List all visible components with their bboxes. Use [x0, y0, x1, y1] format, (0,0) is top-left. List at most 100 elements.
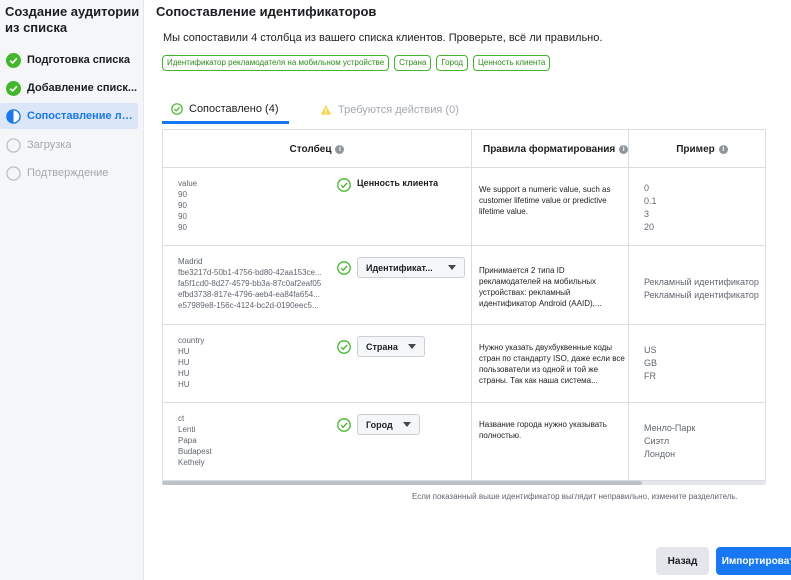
table-header: Столбец i Правила форматирования i Приме…	[163, 130, 765, 168]
example-value: Сиэтл	[644, 436, 670, 446]
step-prepare-list[interactable]: Подготовка списка	[0, 47, 138, 73]
sample-value: Papa	[178, 436, 197, 445]
info-icon[interactable]: i	[718, 144, 728, 154]
check-circle-icon	[6, 80, 21, 96]
example-values: US GB FR	[644, 344, 765, 383]
sample-value: 90	[178, 190, 187, 199]
empty-circle-icon	[6, 137, 21, 153]
warning-icon	[320, 105, 332, 115]
back-button[interactable]: Назад	[656, 547, 709, 575]
formatting-rule: We support a numeric value, such as cust…	[479, 185, 611, 216]
step-label: Сопоставление лич...	[27, 110, 138, 122]
sample-value: HU	[178, 347, 190, 356]
step-upload[interactable]: Загрузка	[0, 132, 138, 158]
dropdown-selected-value: Страна	[366, 341, 398, 352]
example-values: Менло-Парк Сиэтл Лондон	[644, 422, 765, 461]
chip-country: Страна	[394, 55, 432, 71]
example-value: Менло-Парк	[644, 423, 696, 433]
check-circle-outline-icon	[337, 418, 351, 432]
chevron-down-icon	[407, 344, 416, 349]
empty-circle-icon	[6, 165, 21, 181]
sample-value: Lenti	[178, 425, 196, 434]
chip-city: Город	[436, 55, 469, 71]
tab-matched[interactable]: Сопоставлено (4)	[162, 96, 289, 124]
sample-value: value	[178, 179, 198, 188]
formatting-rule: Название города нужно указывать полность…	[479, 420, 607, 440]
example-value: Лондон	[644, 449, 676, 459]
country-dropdown[interactable]: Страна	[357, 336, 425, 357]
sample-value: 90	[178, 212, 187, 221]
check-circle-outline-icon	[337, 340, 351, 354]
sample-value: fbe3217d-50b1-4756-bd80-42aa153ce...	[178, 268, 322, 277]
header-example-label: Пример	[676, 143, 715, 155]
sample-value: HU	[178, 369, 190, 378]
example-values: 0 0.1 3 20	[644, 182, 765, 234]
sample-value: fa5f1cd0-8d27-4579-bb3a-87c0af2eaf05	[178, 279, 322, 288]
step-map-identifiers[interactable]: Сопоставление лич...	[0, 103, 138, 129]
tab-actions-required[interactable]: Требуются действия (0)	[320, 96, 459, 124]
step-label: Подготовка списка	[27, 54, 131, 66]
sample-value: HU	[178, 358, 190, 367]
sample-values: Madrid fbe3217d-50b1-4756-bd80-42aa153ce…	[178, 256, 328, 311]
example-value: 0.1	[644, 196, 657, 206]
example-value: Рекламный идентификатор	[644, 277, 759, 287]
example-value: 3	[644, 209, 650, 219]
table-row: ct Lenti Papa Budapest Kethely Город Наз…	[163, 403, 765, 480]
step-label: Загрузка	[27, 139, 72, 151]
sample-value: ct	[178, 414, 185, 423]
sample-value: e57989e8-156c-4124-bc2d-0190eec5...	[178, 301, 319, 310]
sample-values: ct Lenti Papa Budapest Kethely	[178, 413, 328, 468]
matched-identifier-label: Ценность клиента	[357, 178, 439, 188]
page-title: Сопоставление идентификаторов	[156, 4, 377, 19]
example-value: 0	[644, 183, 650, 193]
scrollbar-thumb[interactable]	[162, 481, 642, 485]
sample-value: Madrid	[178, 257, 203, 266]
header-rules: Правила форматирования i	[483, 130, 631, 168]
half-circle-progress-icon	[6, 108, 21, 124]
info-icon[interactable]: i	[335, 144, 345, 154]
hint-text: Если показанный выше идентификатор выгля…	[412, 492, 650, 501]
step-confirm[interactable]: Подтверждение	[0, 160, 138, 186]
sidebar-title: Создание аудитории из списка	[5, 4, 140, 35]
table-row: Madrid fbe3217d-50b1-4756-bd80-42aa153ce…	[163, 246, 765, 325]
chevron-down-icon	[402, 422, 411, 427]
dropdown-selected-value: Идентификат...	[366, 262, 433, 273]
sample-value: 90	[178, 201, 187, 210]
header-column-label: Столбец	[289, 143, 332, 155]
header-example: Пример i	[637, 130, 765, 168]
change-delimiter-link[interactable]: измените разделитель.	[651, 492, 737, 501]
tab-matched-label: Сопоставлено (4)	[189, 102, 279, 115]
step-add-list[interactable]: Добавление списк...	[0, 75, 138, 101]
example-value: FR	[644, 371, 656, 381]
formatting-rule: Нужно указать двухбуквенные коды стран п…	[479, 343, 625, 385]
sample-value: Budapest	[178, 447, 212, 456]
tab-actions-label: Требуются действия (0)	[338, 104, 459, 116]
chip-customer-value: Ценность клиента	[473, 55, 551, 71]
check-circle-icon	[6, 52, 21, 68]
dropdown-selected-value: Город	[366, 419, 393, 430]
city-dropdown[interactable]: Город	[357, 414, 420, 435]
header-rules-label: Правила форматирования	[483, 143, 616, 155]
import-button[interactable]: Импортировать	[716, 547, 791, 575]
header-column: Столбец i	[163, 130, 471, 168]
check-circle-outline-icon	[337, 261, 351, 275]
example-value: Рекламный идентификатор	[644, 290, 759, 300]
check-circle-outline-icon	[337, 178, 351, 192]
delimiter-hint: Если показанный выше идентификатор выгля…	[412, 492, 738, 501]
sample-value: Kethely	[178, 458, 205, 467]
formatting-rule: Принимается 2 типа ID рекламодателей на …	[479, 266, 602, 308]
step-label: Подтверждение	[27, 167, 109, 179]
example-value: 20	[644, 222, 655, 232]
sample-value: 90	[178, 223, 187, 232]
chip-maid: Идентификатор рекламодателя на мобильном…	[162, 55, 390, 71]
page-subtitle: Мы сопоставили 4 столбца из вашего списк…	[163, 32, 603, 44]
sample-values: value 90 90 90 90	[178, 178, 328, 233]
sidebar: Создание аудитории из списка Подготовка …	[0, 0, 144, 580]
horizontal-scrollbar[interactable]	[162, 481, 766, 485]
info-icon[interactable]: i	[619, 144, 629, 154]
identifier-dropdown[interactable]: Идентификат...	[357, 257, 465, 278]
example-value: GB	[644, 358, 658, 368]
sample-values: country HU HU HU HU	[178, 335, 328, 390]
sample-value: country	[178, 336, 205, 345]
check-circle-outline-icon	[171, 102, 183, 115]
